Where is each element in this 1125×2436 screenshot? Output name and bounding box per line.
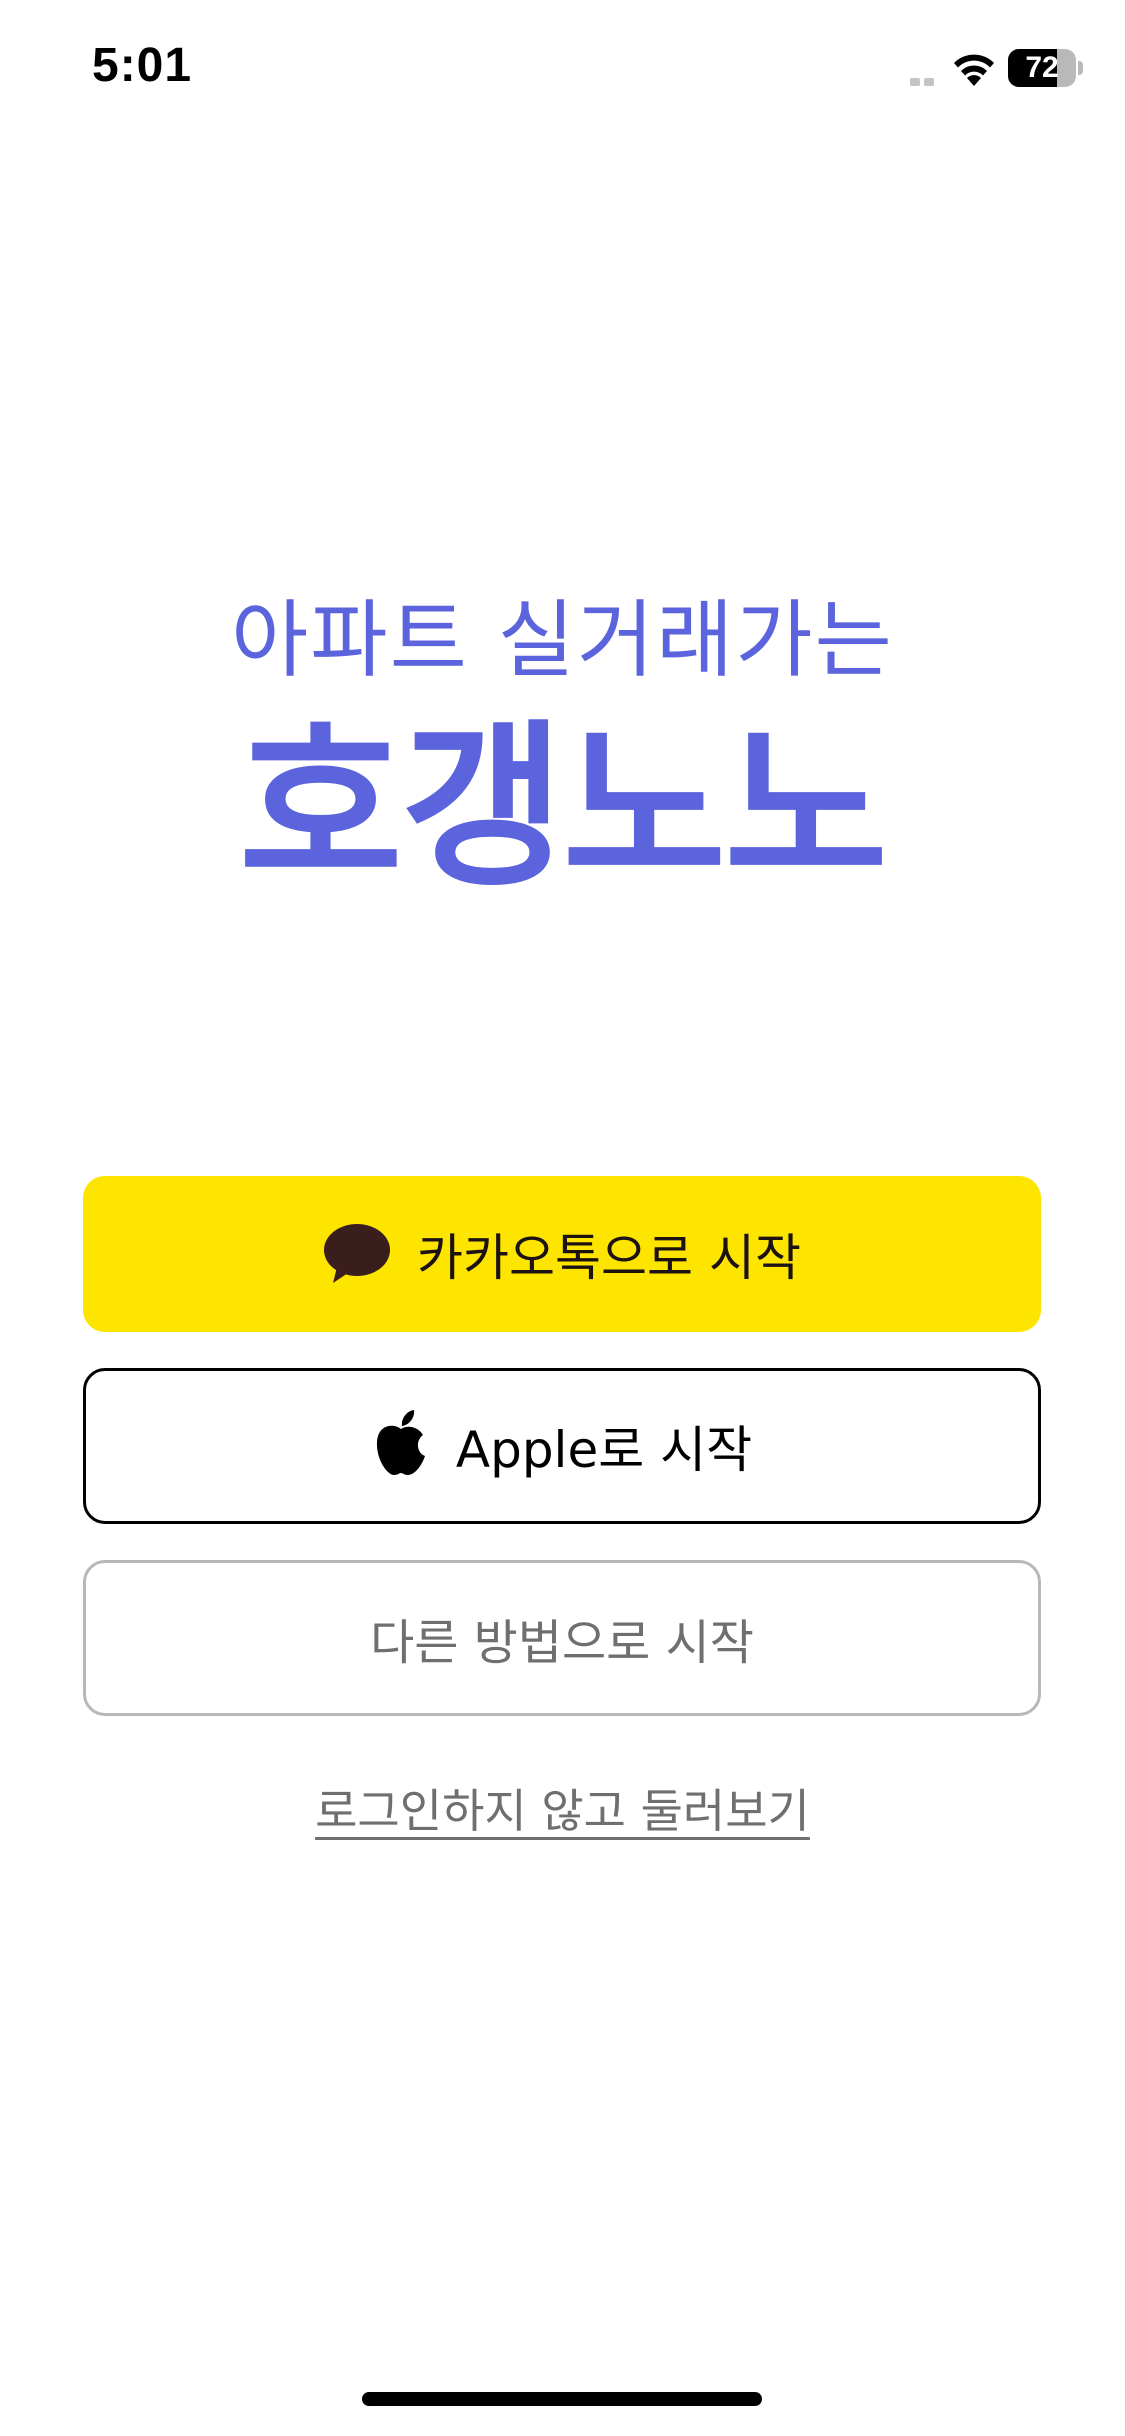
kakao-login-label: 카카오톡으로 시작 [417,1229,801,1287]
browse-without-login-label: 로그인하지 않고 둘러보기 [315,1784,810,1838]
app-logo: 아파트 실거래가는 호갱노노 [0,590,1125,908]
battery-icon: 72 [1008,49,1084,87]
other-login-button[interactable]: 다른 방법으로 시작 [83,1560,1041,1716]
signal-icon [910,78,934,86]
kakao-login-button[interactable]: 카카오톡으로 시작 [83,1176,1041,1332]
wifi-icon [954,54,994,86]
status-time: 5:01 [92,39,193,92]
home-indicator [362,2392,762,2406]
logo-tagline: 아파트 실거래가는 [231,591,894,689]
browse-without-login-link[interactable]: 로그인하지 않고 둘러보기 [0,1775,1125,1841]
kakao-speech-bubble-icon [324,1224,391,1283]
apple-login-button[interactable]: Apple로 시작 [83,1368,1041,1524]
other-login-label: 다른 방법으로 시작 [370,1615,754,1671]
logo-brand: 호갱노노 [238,704,888,911]
apple-login-label: Apple로 시작 [455,1421,753,1479]
status-bar: 5:01 72 [0,0,1125,140]
battery-level: 72 [1025,51,1059,84]
apple-logo-icon [376,1410,425,1475]
